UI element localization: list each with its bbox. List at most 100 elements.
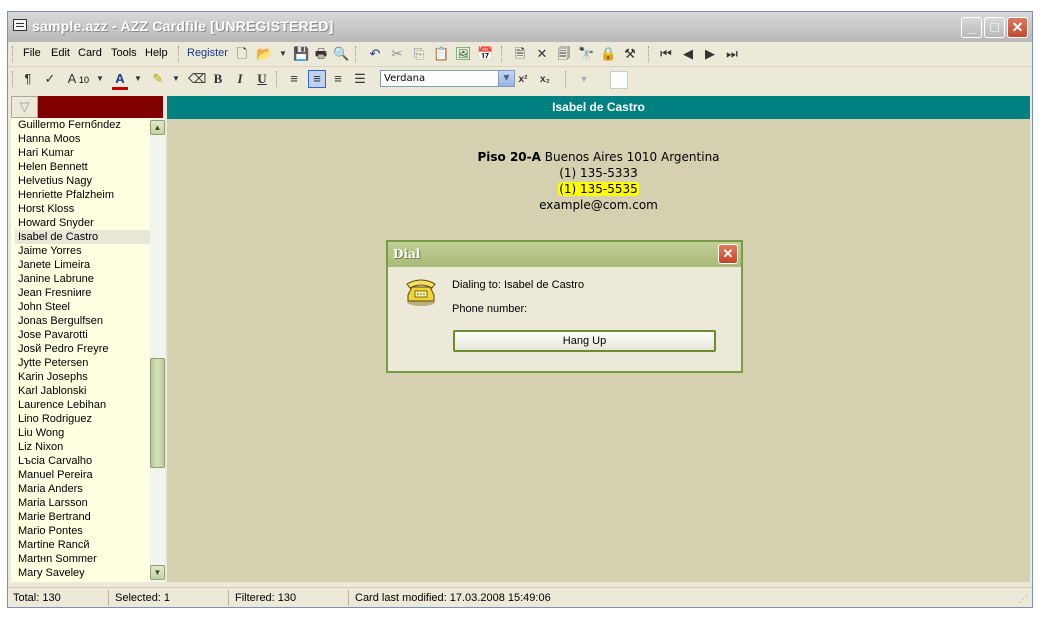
menu-help[interactable]: Help — [145, 47, 168, 59]
card-email[interactable]: example@com.com — [167, 198, 1030, 212]
insert-picture-icon[interactable]: 🖼 — [455, 46, 472, 62]
app-icon[interactable] — [13, 19, 27, 31]
font-size-icon[interactable]: A — [64, 71, 80, 87]
spell-check-icon[interactable]: ✓ — [42, 71, 58, 87]
contact-list-item[interactable]: Hari Kumar — [18, 146, 74, 160]
bullet-list-icon[interactable]: ☰ — [352, 71, 368, 87]
delete-card-icon[interactable]: ✕ — [534, 46, 550, 62]
contact-list-item[interactable]: Josй Pedro Freyre — [18, 342, 109, 356]
cut-icon[interactable]: ✂ — [389, 46, 405, 62]
align-right-icon[interactable]: ≡ — [330, 71, 346, 87]
print-icon[interactable]: 🖶 — [313, 46, 329, 62]
resize-grip-icon[interactable]: ⋰ — [1018, 594, 1028, 605]
subscript-icon[interactable]: x₂ — [537, 72, 553, 88]
align-center-icon[interactable]: ≡ — [308, 70, 326, 88]
list-scrollbar[interactable]: ▲ ▼ — [150, 118, 165, 582]
font-color-dropdown-icon[interactable]: ▼ — [130, 71, 146, 87]
scroll-up-icon[interactable]: ▲ — [150, 120, 165, 135]
highlight-dropdown-icon[interactable]: ▼ — [168, 71, 184, 87]
new-document-icon[interactable]: 🗋 — [234, 46, 250, 62]
contact-list-item[interactable]: Jaime Yorres — [18, 244, 82, 258]
contact-list-item[interactable]: Henriette Pfalzheim — [18, 188, 114, 202]
contact-list-item[interactable]: Helen Bennett — [18, 160, 88, 174]
contact-list-item[interactable]: Jytte Petersen — [18, 356, 88, 370]
chevron-down-icon[interactable]: ▼ — [498, 71, 514, 86]
open-folder-icon[interactable]: 📂 — [256, 46, 272, 62]
copy-icon[interactable]: ⎘ — [411, 46, 427, 62]
undo-icon[interactable]: ↶ — [367, 46, 383, 62]
previous-record-icon[interactable]: ◀ — [680, 46, 696, 62]
card-phone-1[interactable]: (1) 135-5333 — [167, 166, 1030, 180]
last-record-icon[interactable]: ⏭ — [724, 46, 740, 62]
font-size-value[interactable]: 10 — [79, 75, 89, 85]
contact-list-item[interactable]: Lъcia Carvalho — [18, 454, 92, 468]
contact-list-item[interactable]: Jose Pavarotti — [18, 328, 88, 342]
contact-list-item[interactable]: Jonas Bergulfsen — [18, 314, 103, 328]
title-bar[interactable]: sample.azz - AZZ Cardfile [UNREGISTERED]… — [8, 12, 1032, 42]
underline-button[interactable]: U — [254, 71, 270, 87]
contact-list-item[interactable]: Mary Saveley — [18, 566, 85, 580]
contact-list-item[interactable]: Karin Josephs — [18, 370, 88, 384]
contact-list-item[interactable]: Manuel Pereira — [18, 468, 93, 482]
contact-list-item[interactable]: Laurence Lebihan — [18, 398, 106, 412]
contact-list-item[interactable]: Maria Larsson — [18, 496, 88, 510]
contact-list-item[interactable]: Karl Jablonski — [18, 384, 86, 398]
contact-list-item[interactable]: Marie Bertrand — [18, 510, 91, 524]
card-properties-icon[interactable]: 🗐 — [556, 46, 572, 62]
contact-list-item-selected[interactable]: Isabel de Castro — [15, 230, 150, 244]
dialog-close-button[interactable]: ✕ — [718, 244, 738, 264]
contact-list-item[interactable]: Janete Limeira — [18, 258, 90, 272]
font-color-icon[interactable]: A — [112, 71, 128, 90]
card-phone-2[interactable]: (1) 135-5535 — [167, 182, 1030, 196]
font-name-select[interactable]: Verdana ▼ — [380, 70, 515, 87]
font-size-dropdown-icon[interactable]: ▼ — [92, 71, 108, 87]
open-dropdown-icon[interactable]: ▼ — [275, 46, 291, 62]
print-preview-icon[interactable]: 🔍 — [333, 46, 349, 62]
contact-list-item[interactable]: Liz Nixon — [18, 440, 63, 454]
tools-icon[interactable]: ⚒ — [622, 46, 638, 62]
minimize-button[interactable]: _ — [961, 17, 982, 38]
contact-list-item[interactable]: Martнn Sommer — [18, 552, 97, 566]
menu-card[interactable]: Card — [78, 47, 102, 59]
contact-list-item[interactable]: Howard Snyder — [18, 216, 94, 230]
line-spacing-dropdown-icon[interactable]: ▼ — [576, 71, 592, 87]
contact-list-item[interactable]: Maria Anders — [18, 482, 83, 496]
next-record-icon[interactable]: ▶ — [702, 46, 718, 62]
highlight-pen-icon[interactable]: ✎ — [150, 71, 166, 87]
contact-list-item[interactable]: Hanna Moos — [18, 132, 80, 146]
filter-input[interactable] — [38, 96, 163, 118]
paragraph-icon[interactable]: ¶ — [20, 71, 36, 87]
paste-icon[interactable]: 📋 — [433, 46, 449, 62]
filter-icon[interactable]: ▽ — [11, 96, 38, 118]
bold-button[interactable]: B — [210, 71, 226, 87]
menu-tools[interactable]: Tools — [111, 47, 137, 59]
dialog-title-bar[interactable]: Dial ✕ — [388, 242, 741, 267]
close-button[interactable]: ✕ — [1007, 17, 1028, 38]
contact-list-item[interactable]: Martine Rancй — [18, 538, 90, 552]
contact-list-item[interactable]: Liu Wong — [18, 426, 64, 440]
clear-format-icon[interactable]: ⌫ — [188, 71, 206, 87]
superscript-icon[interactable]: x² — [515, 72, 531, 88]
contact-list-item[interactable]: Mario Pontes — [18, 524, 83, 538]
menu-file[interactable]: File — [23, 47, 41, 59]
scroll-thumb[interactable] — [150, 358, 165, 468]
contact-list[interactable]: Guillermo Fernбndez Hanna Moos Hari Kumar H… — [11, 118, 165, 582]
contact-list-item[interactable]: Lino Rodriguez — [18, 412, 92, 426]
card-phone-2-highlight[interactable]: (1) 135-5535 — [558, 182, 639, 196]
lock-icon[interactable]: 🔒 — [600, 46, 616, 62]
italic-button[interactable]: I — [232, 71, 248, 87]
find-icon[interactable]: 🔭 — [578, 46, 594, 62]
contact-list-item[interactable]: Janine Labrune — [18, 272, 94, 286]
contact-list-item[interactable]: Helvetius Nagy — [18, 174, 92, 188]
contact-list-item[interactable]: John Steel — [18, 300, 70, 314]
scroll-down-icon[interactable]: ▼ — [150, 565, 165, 580]
insert-date-icon[interactable]: 📅 — [477, 46, 493, 62]
maximize-button[interactable]: □ — [984, 17, 1005, 38]
contact-list-item[interactable]: Horst Kloss — [18, 202, 74, 216]
menu-edit[interactable]: Edit — [51, 47, 70, 59]
align-left-icon[interactable]: ≡ — [286, 71, 302, 87]
hang-up-button[interactable]: Hang Up — [453, 330, 716, 352]
register-button[interactable]: Register — [187, 47, 228, 59]
first-record-icon[interactable]: ⏮ — [658, 46, 674, 62]
contact-list-item[interactable]: Jean Fresniиre — [18, 286, 91, 300]
